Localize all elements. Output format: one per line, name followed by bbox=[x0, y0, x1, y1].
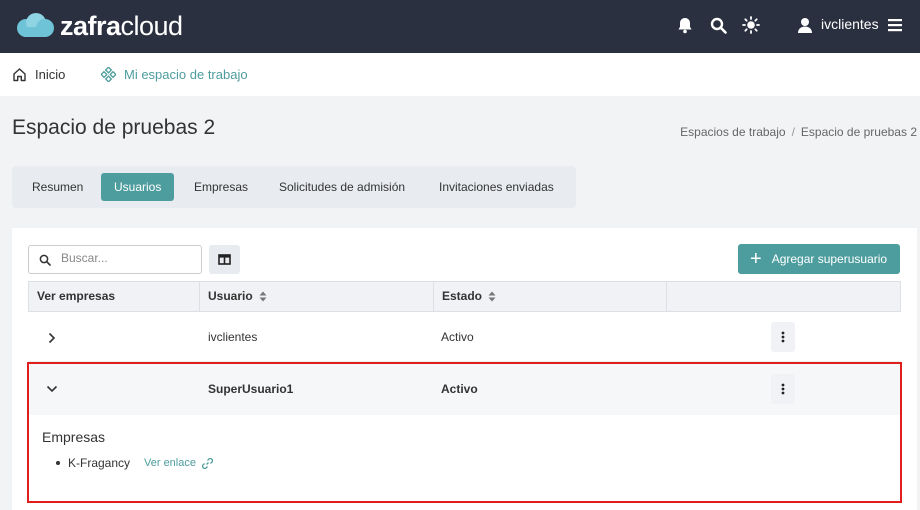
breadcrumb-current: Espacio de pruebas 2 bbox=[800, 125, 917, 139]
columns-icon bbox=[218, 254, 231, 265]
search-box bbox=[28, 245, 202, 274]
tab-usuarios[interactable]: Usuarios bbox=[101, 173, 175, 201]
user-name[interactable]: ivclientes bbox=[821, 16, 879, 32]
search-icon[interactable] bbox=[708, 15, 728, 35]
sort-icon bbox=[259, 291, 267, 302]
nav-workspace-label: Mi espacio de trabajo bbox=[124, 67, 248, 82]
add-superuser-button[interactable]: + Agregar superusuario bbox=[738, 244, 900, 274]
page-title: Espacio de pruebas 2 bbox=[12, 116, 216, 139]
companies-heading: Empresas bbox=[42, 429, 106, 445]
tab-empresas[interactable]: Empresas bbox=[181, 173, 261, 201]
nav-workspace[interactable]: Mi espacio de trabajo bbox=[101, 67, 248, 82]
view-link-label: Ver enlace bbox=[144, 457, 196, 469]
cloud-logo-icon bbox=[17, 13, 54, 37]
breadcrumb: Espacios de trabajo / Espacio de pruebas… bbox=[680, 125, 917, 139]
table-row: SuperUsuario1 Activo bbox=[28, 363, 901, 415]
home-icon bbox=[13, 68, 26, 82]
brand-name: zafracloud bbox=[60, 10, 183, 41]
table-header: Ver empresas Usuario Estado bbox=[28, 281, 901, 312]
user-icon[interactable] bbox=[795, 15, 815, 35]
row-actions-button[interactable] bbox=[771, 322, 795, 352]
row-estado: Activo bbox=[441, 382, 478, 396]
table-row: ivclientes Activo bbox=[28, 312, 901, 362]
search-field-icon bbox=[39, 254, 51, 266]
brand-logo[interactable]: zafracloud bbox=[14, 10, 183, 42]
tab-bar: Resumen Usuarios Empresas Solicitudes de… bbox=[12, 166, 576, 208]
workspace-icon bbox=[101, 67, 116, 82]
secondary-nav: Inicio Mi espacio de trabajo bbox=[0, 53, 920, 96]
search-input[interactable] bbox=[61, 251, 191, 265]
menu-icon[interactable] bbox=[885, 15, 905, 35]
row-usuario: ivclientes bbox=[208, 330, 258, 344]
tab-solicitudes[interactable]: Solicitudes de admisión bbox=[266, 173, 418, 201]
top-bar: zafracloud ivclientes bbox=[0, 0, 920, 53]
plus-icon: + bbox=[750, 248, 762, 270]
tab-resumen[interactable]: Resumen bbox=[19, 173, 96, 201]
nav-home-label: Inicio bbox=[35, 67, 66, 82]
col-header-estado[interactable]: Estado bbox=[434, 282, 667, 311]
row-actions-button[interactable] bbox=[771, 374, 795, 404]
row-usuario: SuperUsuario1 bbox=[208, 382, 294, 396]
col-header-actions bbox=[667, 282, 900, 311]
row-estado: Activo bbox=[441, 330, 474, 344]
breadcrumb-separator: / bbox=[791, 125, 795, 139]
company-name: K-Fragancy bbox=[68, 456, 131, 470]
chevron-down-icon[interactable] bbox=[46, 385, 58, 393]
tab-invitaciones[interactable]: Invitaciones enviadas bbox=[426, 173, 567, 201]
col-header-usuario[interactable]: Usuario bbox=[200, 282, 434, 311]
col-header-ver-empresas: Ver empresas bbox=[29, 282, 200, 311]
more-vertical-icon bbox=[781, 383, 785, 395]
columns-toggle-button[interactable] bbox=[209, 245, 240, 274]
more-vertical-icon bbox=[781, 331, 785, 343]
bell-icon[interactable] bbox=[675, 15, 695, 35]
breadcrumb-workspaces[interactable]: Espacios de trabajo bbox=[680, 125, 785, 139]
sort-icon bbox=[488, 291, 496, 302]
chevron-right-icon[interactable] bbox=[48, 332, 56, 344]
view-link[interactable]: Ver enlace bbox=[144, 457, 213, 469]
list-bullet bbox=[56, 461, 60, 465]
nav-home[interactable]: Inicio bbox=[12, 67, 65, 82]
link-icon bbox=[201, 457, 213, 469]
sun-icon[interactable] bbox=[741, 15, 761, 35]
add-superuser-label: Agregar superusuario bbox=[771, 252, 888, 266]
